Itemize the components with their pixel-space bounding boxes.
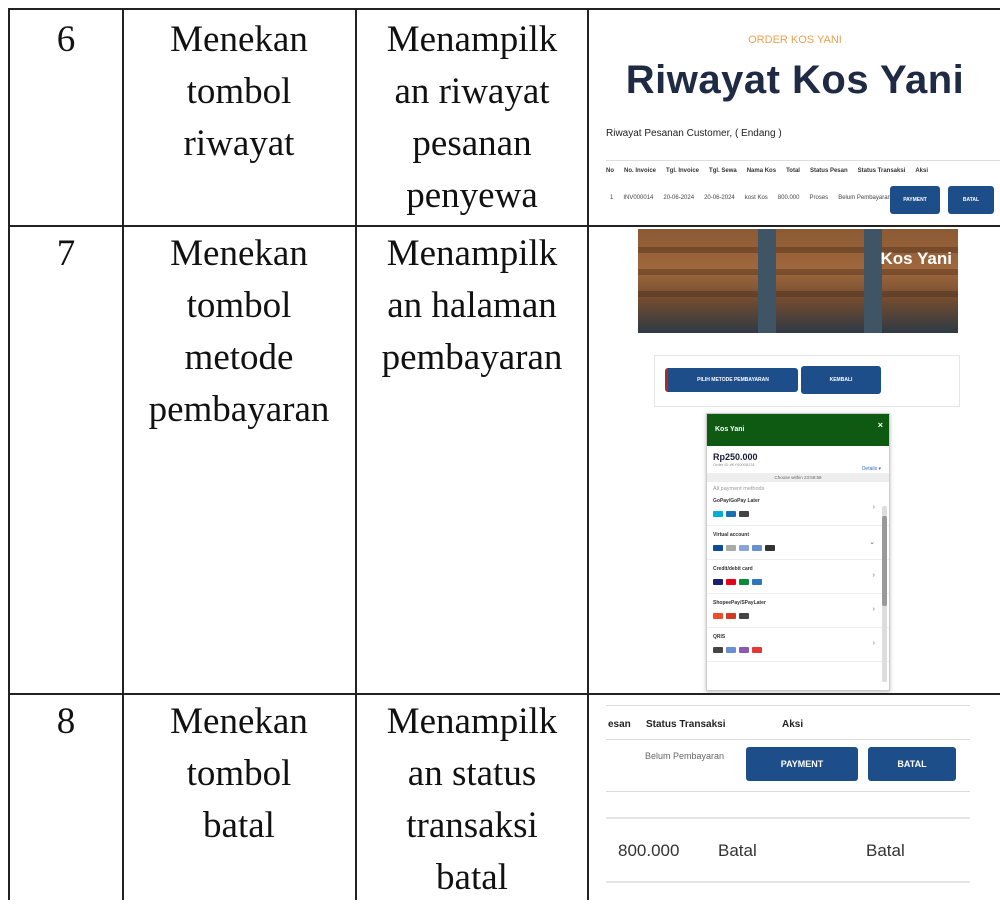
column-header: Status Transaksi [646, 719, 726, 730]
column-divider [587, 8, 589, 900]
history-subtitle: Riwayat Pesanan Customer, ( Endang ) [606, 128, 782, 139]
logo-icon [713, 647, 723, 653]
method-qris[interactable]: QRIS › [707, 628, 889, 662]
back-button[interactable]: KEMBALI [801, 366, 881, 394]
chevron-down-icon: ⌄ [869, 539, 875, 546]
method-virtual-account[interactable]: Virtual account ⌄ [707, 526, 889, 560]
logo-icon [752, 647, 762, 653]
transaction-status: Batal [866, 841, 905, 860]
countdown-bar: Choose within 23:59:59 [707, 473, 889, 482]
scrollbar[interactable] [882, 506, 887, 682]
choose-method-button[interactable]: PILIH METODE PEMBAYARAN [665, 368, 798, 392]
chevron-right-icon: › [872, 504, 875, 511]
status-text: Belum Pembayaran [645, 751, 725, 761]
result-cell: Menampilk an status transaksi batal [386, 701, 558, 898]
action-bar: PILIH METODE PEMBAYARAN KEMBALI [654, 355, 960, 407]
test-table: 6 Menekan tombol riwayat Menampilk an ri… [0, 0, 1000, 900]
row-number: 7 [56, 233, 76, 274]
order-status: Batal [718, 841, 757, 860]
logo-icon [726, 647, 736, 653]
popup-header: Kos Yani × [707, 414, 889, 446]
bank-logo-icon [752, 545, 762, 551]
hero-image: Kos Yani [638, 229, 958, 333]
history-screenshot: ORDER KOS YANI Riwayat Kos Yani Riwayat … [590, 10, 1000, 225]
result-cell: Menampilk an halaman pembayaran [381, 233, 563, 378]
details-link[interactable]: Details ▾ [862, 466, 881, 472]
chevron-right-icon: › [872, 606, 875, 613]
bank-logo-icon [739, 545, 749, 551]
column-header: Aksi [782, 719, 804, 730]
method-gopay[interactable]: GoPay/GoPay Later › [707, 492, 889, 526]
bank-logo-icon [765, 545, 775, 551]
row-number: 8 [56, 701, 76, 742]
action-cell: Menekan tombol riwayat [170, 19, 308, 164]
row-number: 6 [56, 19, 76, 60]
bank-logo-icon [726, 545, 736, 551]
page-title: Riwayat Kos Yani [625, 58, 965, 102]
payment-button[interactable]: PAYMENT [890, 186, 940, 214]
payment-popup: Kos Yani × Rp250.000 Order ID #KY0000023… [706, 413, 890, 691]
table-row: 1 INV000014 20-06-2024 20-06-2024 kost Kos 80… [610, 195, 891, 201]
divider [606, 160, 1000, 161]
logo-icon [726, 511, 736, 517]
gopay-logo-icon [713, 511, 723, 517]
logo-icon [726, 613, 736, 619]
chevron-right-icon: › [872, 572, 875, 579]
shopeepay-logo-icon [713, 613, 723, 619]
cancel-screenshot: esan Status Transaksi Aksi Belum Pembaya… [590, 695, 1000, 900]
cancel-button[interactable]: BATAL [868, 747, 956, 781]
jcb-logo-icon [739, 579, 749, 585]
hero-title: Kos Yani [880, 249, 953, 268]
total-value: 800.000 [618, 841, 680, 860]
result-cell: Menampilk an riwayat pesanan penyewa [386, 19, 558, 216]
column-divider [355, 8, 357, 900]
all-methods-label: All payment methods [713, 486, 765, 492]
logo-icon [739, 647, 749, 653]
action-cell: Menekan tombol metode pembayaran [148, 233, 330, 430]
mastercard-logo-icon [726, 579, 736, 585]
payment-button[interactable]: PAYMENT [746, 747, 858, 781]
logo-icon [739, 511, 749, 517]
amex-logo-icon [752, 579, 762, 585]
amount: Rp250.000 [713, 452, 758, 462]
visa-logo-icon [713, 579, 723, 585]
brand-label: ORDER KOS YANI [748, 34, 842, 46]
method-shopeepay[interactable]: ShopeePay/SPayLater › [707, 594, 889, 628]
action-cell: Menekan tombol batal [170, 701, 308, 846]
cancel-button[interactable]: BATAL [948, 186, 994, 214]
table-header: No No. Invoice Tgl. Invoice Tgl. Sewa Nama K… [606, 168, 929, 174]
bank-logo-icon [713, 545, 723, 551]
logo-icon [739, 613, 749, 619]
column-header: esan [608, 719, 631, 730]
table-border-left [8, 8, 10, 900]
chevron-right-icon: › [872, 640, 875, 647]
payment-screenshot: Kos Yani PILIH METODE PEMBAYARAN KEMBALI… [590, 227, 1000, 693]
close-icon[interactable]: × [878, 420, 883, 430]
method-card[interactable]: Credit/debit card › [707, 560, 889, 594]
